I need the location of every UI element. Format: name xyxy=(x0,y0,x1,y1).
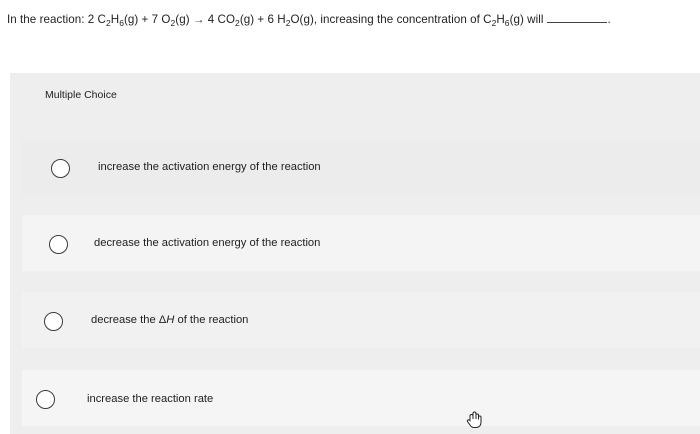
answer-option-3[interactable]: decrease the ΔH of the reaction xyxy=(22,292,700,348)
answer-option-4[interactable]: increase the reaction rate xyxy=(22,370,700,426)
answer-blank xyxy=(547,12,608,23)
radio-button-2[interactable] xyxy=(49,235,68,254)
answer-option-2-label: decrease the activation energy of the re… xyxy=(94,237,321,249)
question-period: . xyxy=(607,13,611,26)
question-text: In the reaction: 2 C2H6(g) + 7 O2(g) → 4… xyxy=(7,12,697,28)
label-segment: of the reaction xyxy=(174,314,249,326)
radio-button-4[interactable] xyxy=(36,390,55,409)
question-segment: H xyxy=(110,13,120,26)
hand-pointer-icon xyxy=(466,411,482,428)
question-segment: H xyxy=(496,13,505,26)
question-segment: (g) + 7 O xyxy=(123,13,171,26)
answer-option-1-label: increase the activation energy of the re… xyxy=(98,161,321,173)
question-segment: (g) + 6 H xyxy=(239,13,286,26)
radio-button-1[interactable] xyxy=(51,159,70,178)
answer-option-4-label: increase the reaction rate xyxy=(87,393,214,405)
radio-button-3[interactable] xyxy=(44,312,63,331)
label-segment: decrease the xyxy=(91,314,159,326)
question-segment: (g) → 4 CO xyxy=(175,13,236,26)
answer-option-3-label: decrease the ΔH of the reaction xyxy=(91,314,248,326)
answer-option-1[interactable]: increase the activation energy of the re… xyxy=(22,140,700,196)
answer-option-2[interactable]: decrease the activation energy of the re… xyxy=(22,215,700,271)
question-segment: O(g), increasing the concentration of C xyxy=(290,13,492,26)
question-segment: In the reaction: 2 C xyxy=(7,13,106,26)
section-label: Multiple Choice xyxy=(45,89,117,101)
question-segment: (g) will xyxy=(509,13,544,26)
